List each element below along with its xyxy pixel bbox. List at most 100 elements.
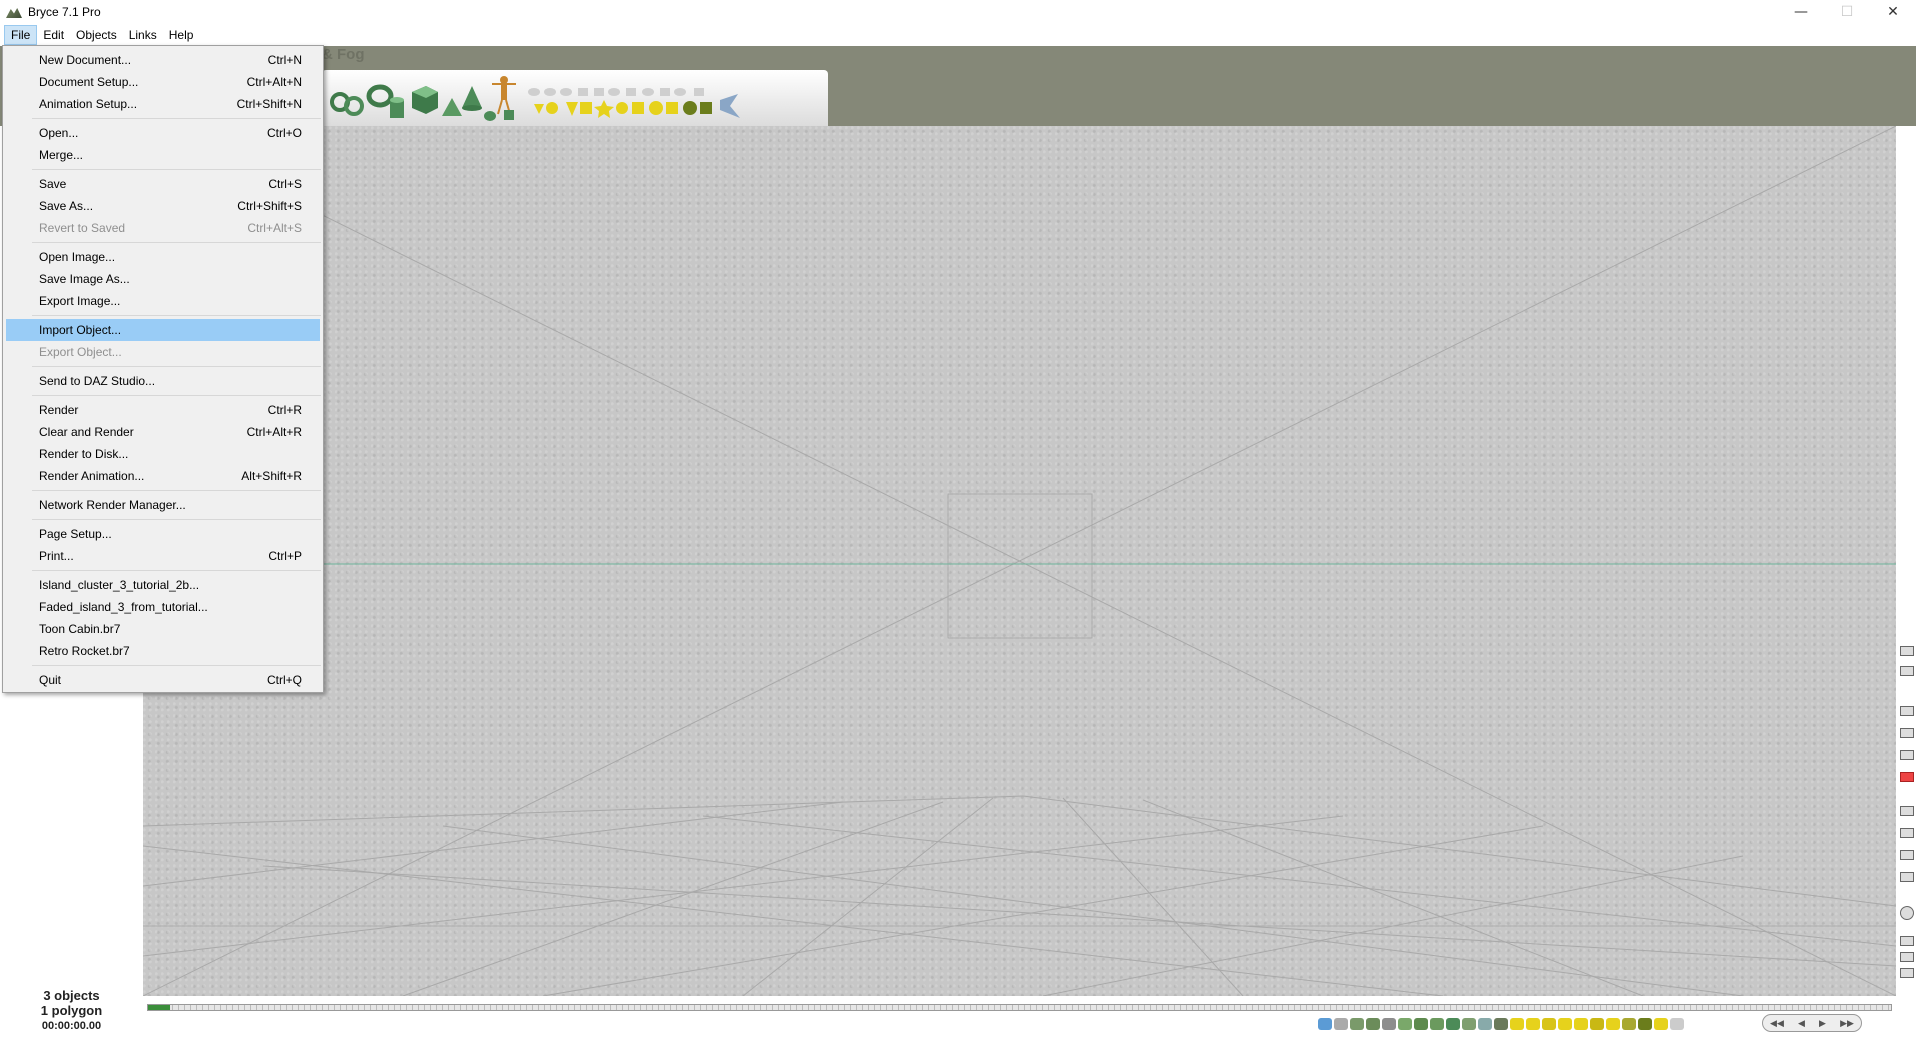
menu-recent-file[interactable]: Island_cluster_3_tutorial_2b... (6, 574, 320, 596)
menu-open[interactable]: Open... Ctrl+O (6, 122, 320, 144)
menu-edit[interactable]: Edit (37, 25, 70, 45)
menu-export-image[interactable]: Export Image... (6, 290, 320, 312)
sphere-icon (528, 88, 704, 96)
select-icon[interactable] (1574, 1018, 1588, 1030)
menu-recent-file[interactable]: Faded_island_3_from_tutorial... (6, 596, 320, 618)
select-icon[interactable] (1510, 1018, 1524, 1030)
brush-icon[interactable] (1900, 646, 1914, 656)
select-icon[interactable] (1526, 1018, 1540, 1030)
menu-revert-to-saved[interactable]: Revert to Saved Ctrl+Alt+S (6, 217, 320, 239)
3d-viewport[interactable] (143, 126, 1896, 996)
menu-quit[interactable]: Quit Ctrl+Q (6, 669, 320, 691)
cube-icon (412, 86, 438, 114)
zoom-in-icon[interactable] (1900, 936, 1914, 946)
primitives-icons (330, 76, 740, 121)
menu-export-object[interactable]: Export Object... (6, 341, 320, 363)
display-icon[interactable] (1900, 750, 1914, 760)
select-icon[interactable] (1670, 1018, 1684, 1030)
menu-links[interactable]: Links (123, 25, 163, 45)
hand-pan-icon[interactable] (1900, 968, 1914, 978)
menu-separator (32, 395, 321, 396)
right-tool-strip (1896, 126, 1916, 1039)
shading-icon[interactable] (1900, 828, 1914, 838)
select-icon[interactable] (1590, 1018, 1604, 1030)
menu-new-document[interactable]: New Document... Ctrl+N (6, 49, 320, 71)
menu-send-to-daz-studio[interactable]: Send to DAZ Studio... (6, 370, 320, 392)
maximize-button[interactable]: ☐ (1824, 0, 1870, 24)
menu-page-setup[interactable]: Page Setup... (6, 523, 320, 545)
select-icon[interactable] (1446, 1018, 1460, 1030)
select-icon[interactable] (1398, 1018, 1412, 1030)
menu-save-image-as[interactable]: Save Image As... (6, 268, 320, 290)
menu-recent-file[interactable]: Retro Rocket.br7 (6, 640, 320, 662)
zoom-out-icon[interactable] (1900, 952, 1914, 962)
palette-tab-label[interactable]: & Fog (322, 46, 365, 63)
select-icon[interactable] (1654, 1018, 1668, 1030)
menu-bar: File Edit Objects Links Help (0, 24, 1916, 46)
play-icon[interactable]: ▶ (1819, 1018, 1826, 1029)
polygon-count: 1 polygon (40, 1003, 103, 1018)
menu-recent-file[interactable]: Toon Cabin.br7 (6, 618, 320, 640)
timeline-cursor[interactable] (148, 1005, 170, 1010)
menu-separator (32, 519, 321, 520)
select-icon[interactable] (1494, 1018, 1508, 1030)
pyramid-icon (442, 98, 462, 116)
menu-save-as[interactable]: Save As... Ctrl+Shift+S (6, 195, 320, 217)
menu-animation-setup[interactable]: Animation Setup... Ctrl+Shift+N (6, 93, 320, 115)
select-icon[interactable] (1430, 1018, 1444, 1030)
menu-render[interactable]: Render Ctrl+R (6, 399, 320, 421)
menu-render-to-disk[interactable]: Render to Disk... (6, 443, 320, 465)
figure-icon (484, 76, 516, 121)
menu-merge[interactable]: Merge... (6, 144, 320, 166)
select-icon[interactable] (1558, 1018, 1572, 1030)
bryce-mountain-icon (6, 5, 22, 19)
render-mode-icon[interactable] (1900, 872, 1914, 882)
select-icon[interactable] (1382, 1018, 1396, 1030)
wireframe-icon[interactable] (1900, 850, 1914, 860)
menu-network-render-manager[interactable]: Network Render Manager... (6, 494, 320, 516)
animation-timeline[interactable] (147, 1004, 1892, 1011)
animation-controls: ◀◀ ◀ ▶ ▶▶ (1762, 1014, 1862, 1032)
select-icon[interactable] (1542, 1018, 1556, 1030)
menu-separator (32, 118, 321, 119)
view-icon[interactable] (1900, 706, 1914, 716)
select-icon[interactable] (1414, 1018, 1428, 1030)
time-display: 00:00:00.00 (41, 1020, 102, 1032)
menu-open-image[interactable]: Open Image... (6, 246, 320, 268)
layers-icon[interactable] (1900, 806, 1914, 816)
minimize-button[interactable]: — (1778, 0, 1824, 24)
cylinder-icon (390, 97, 404, 118)
select-icon[interactable] (1622, 1018, 1636, 1030)
select-icon[interactable] (1366, 1018, 1380, 1030)
menu-clear-and-render[interactable]: Clear and Render Ctrl+Alt+R (6, 421, 320, 443)
step-back-icon[interactable]: ◀ (1798, 1018, 1805, 1029)
fast-forward-icon[interactable]: ▶▶ (1840, 1018, 1854, 1029)
menu-import-object[interactable]: Import Object... (6, 319, 320, 341)
menu-save[interactable]: Save Ctrl+S (6, 173, 320, 195)
select-icon[interactable] (1606, 1018, 1620, 1030)
menu-print[interactable]: Print... Ctrl+P (6, 545, 320, 567)
star-icon (534, 100, 678, 118)
file-menu-dropdown: New Document... Ctrl+N Document Setup... C… (2, 45, 324, 693)
eraser-icon[interactable] (1900, 666, 1914, 676)
record-icon[interactable] (1900, 772, 1914, 782)
close-button[interactable]: ✕ (1870, 0, 1916, 24)
create-primitives-toolbar (322, 70, 828, 126)
select-icon[interactable] (1318, 1018, 1332, 1030)
select-icon[interactable] (1478, 1018, 1492, 1030)
select-icon[interactable] (1462, 1018, 1476, 1030)
menu-file[interactable]: File (4, 25, 38, 45)
select-icon[interactable] (1334, 1018, 1348, 1030)
lattice-icon (683, 101, 712, 115)
trackball-icon[interactable] (1900, 906, 1914, 920)
menu-document-setup[interactable]: Document Setup... Ctrl+Alt+N (6, 71, 320, 93)
window-title: Bryce 7.1 Pro (28, 5, 101, 19)
menu-render-animation[interactable]: Render Animation... Alt+Shift+R (6, 465, 320, 487)
title-bar: Bryce 7.1 Pro — ☐ ✕ (0, 0, 1916, 24)
menu-help[interactable]: Help (163, 25, 200, 45)
rewind-icon[interactable]: ◀◀ (1770, 1018, 1784, 1029)
select-icon[interactable] (1638, 1018, 1652, 1030)
camera-icon[interactable] (1900, 728, 1914, 738)
menu-objects[interactable]: Objects (70, 25, 123, 45)
select-icon[interactable] (1350, 1018, 1364, 1030)
